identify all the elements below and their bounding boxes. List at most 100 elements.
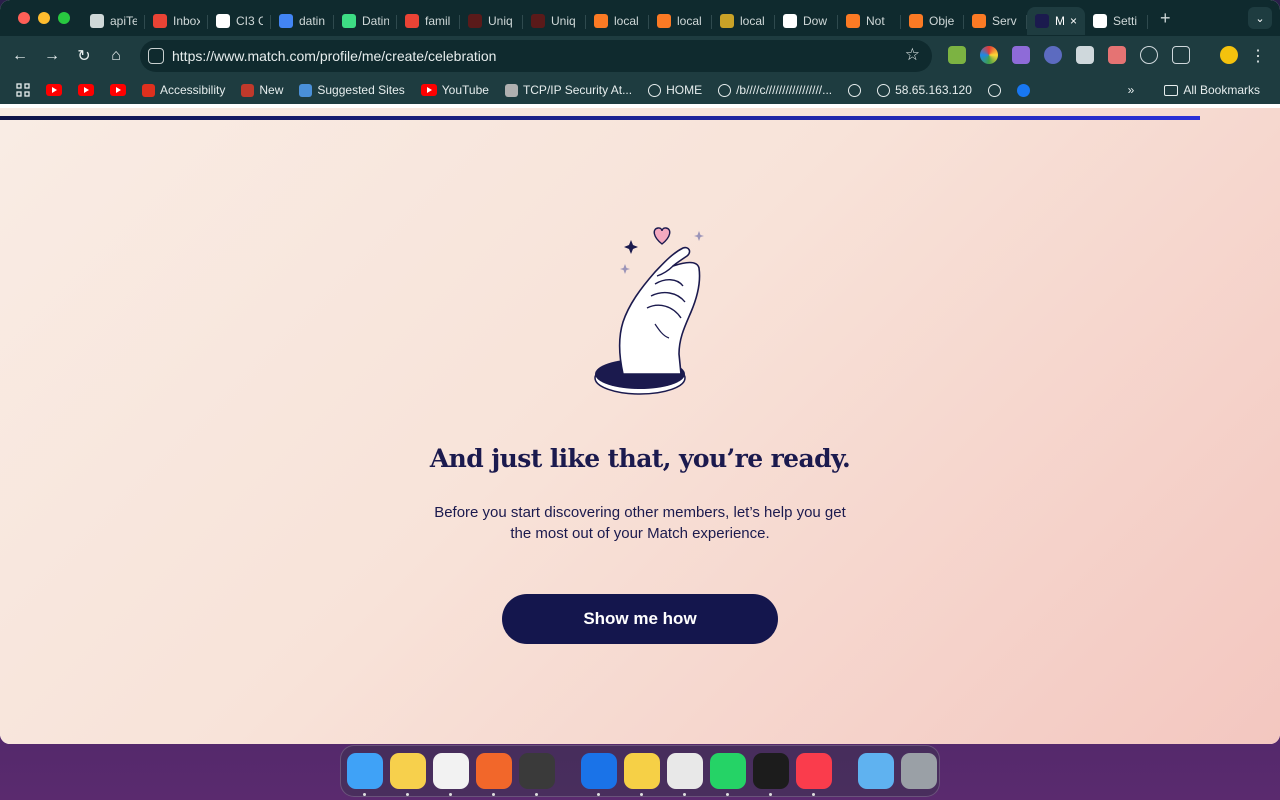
extension-icon-5[interactable] bbox=[1076, 46, 1094, 64]
gmail-icon bbox=[153, 14, 167, 28]
extension-icon-3[interactable] bbox=[1012, 46, 1030, 64]
bookmark-item[interactable] bbox=[980, 83, 1009, 97]
heart-icon bbox=[653, 227, 671, 245]
bookmark-item[interactable]: YouTube bbox=[413, 83, 497, 97]
reminders-icon[interactable] bbox=[433, 753, 469, 796]
tab-title: Obje bbox=[929, 14, 955, 28]
finder-icon[interactable] bbox=[347, 753, 383, 796]
close-window-button[interactable] bbox=[18, 12, 30, 24]
tab-title: M bbox=[1055, 14, 1064, 28]
bookmark-item[interactable]: Accessibility bbox=[134, 83, 233, 97]
tab-title: Setti bbox=[1113, 14, 1138, 28]
browser-tab[interactable]: M × bbox=[1027, 7, 1085, 35]
terminal-icon[interactable] bbox=[753, 753, 789, 796]
globe-icon bbox=[718, 83, 732, 97]
bookmark-item[interactable]: HOME bbox=[640, 83, 710, 97]
home-button[interactable]: ⌂ bbox=[100, 40, 132, 72]
running-indicator bbox=[726, 793, 729, 796]
browser-tab[interactable]: Not bbox=[838, 7, 901, 35]
bookmark-item[interactable] bbox=[1009, 83, 1038, 97]
new-tab-button[interactable]: + bbox=[1160, 8, 1171, 29]
chrome-icon[interactable] bbox=[667, 753, 703, 796]
forward-button[interactable]: → bbox=[36, 40, 68, 72]
gmail-icon bbox=[405, 14, 419, 28]
browser-tab[interactable]: CI3 C bbox=[208, 7, 271, 35]
xampp-icon bbox=[972, 14, 986, 28]
running-indicator bbox=[406, 793, 409, 796]
close-tab-icon[interactable]: × bbox=[1070, 14, 1077, 28]
extension-icon-2[interactable] bbox=[980, 46, 998, 64]
zoom-window-button[interactable] bbox=[58, 12, 70, 24]
tab-title: Dow bbox=[803, 14, 828, 28]
sparkle-icon bbox=[624, 240, 638, 254]
tab-strip: apiTe Inbox CI3 C datin Datin famil Uniq Uniq lo… bbox=[0, 0, 1280, 36]
compass-extension-icon[interactable] bbox=[1140, 46, 1158, 64]
browser-window: apiTe Inbox CI3 C datin Datin famil Uniq Uniq lo… bbox=[0, 0, 1280, 744]
browser-tab[interactable]: Uniq bbox=[460, 7, 523, 35]
show-me-how-button[interactable]: Show me how bbox=[502, 594, 778, 644]
pencil-app-icon[interactable] bbox=[476, 753, 512, 796]
bookmark-item[interactable]: Suggested Sites bbox=[291, 83, 412, 97]
profile-avatar[interactable] bbox=[1220, 46, 1238, 64]
site-settings-icon[interactable] bbox=[148, 48, 164, 64]
extensions-puzzle-icon[interactable] bbox=[1172, 46, 1190, 64]
folder-icon[interactable] bbox=[858, 753, 894, 789]
browser-tab[interactable]: Serv bbox=[964, 7, 1027, 35]
running-indicator bbox=[640, 793, 643, 796]
bookmark-item[interactable]: TCP/IP Security At... bbox=[497, 83, 640, 97]
bookmarks-bar: Accessibility New Suggested Sites YouTube TC… bbox=[0, 76, 1280, 104]
browser-tab[interactable]: apiTe bbox=[82, 7, 145, 35]
tabs: apiTe Inbox CI3 C datin Datin famil Uniq Uniq lo… bbox=[82, 0, 1148, 36]
all-bookmarks-button[interactable]: All Bookmarks bbox=[1156, 83, 1268, 97]
tab-title: Uniq bbox=[488, 14, 513, 28]
bookmark-label: Accessibility bbox=[160, 83, 226, 97]
browser-tab[interactable]: Obje bbox=[901, 7, 964, 35]
back-button[interactable]: ← bbox=[4, 40, 36, 72]
address-bar[interactable]: https://www.match.com/profile/me/create/… bbox=[140, 40, 932, 72]
browser-tab[interactable]: Datin bbox=[334, 7, 397, 35]
extension-icon-4[interactable] bbox=[1044, 46, 1062, 64]
extension-icon-6[interactable] bbox=[1108, 46, 1126, 64]
sublime-text-icon[interactable] bbox=[519, 753, 555, 796]
apps-grid-icon[interactable] bbox=[0, 83, 38, 97]
openai-icon bbox=[216, 14, 230, 28]
tab-search-button[interactable]: ⌄ bbox=[1248, 7, 1272, 29]
whatsapp-icon[interactable] bbox=[710, 753, 746, 796]
minimize-window-button[interactable] bbox=[38, 12, 50, 24]
bookmark-item[interactable]: New bbox=[233, 83, 291, 97]
extension-icon-1[interactable] bbox=[948, 46, 966, 64]
trash-icon[interactable] bbox=[901, 753, 937, 789]
browser-tab[interactable]: local bbox=[712, 7, 775, 35]
window-controls bbox=[0, 12, 82, 24]
bookmark-item[interactable]: /b////c/////////////////... bbox=[710, 83, 840, 97]
macos-dock bbox=[340, 745, 940, 797]
tab-title: Serv bbox=[992, 14, 1017, 28]
browser-tab[interactable]: famil bbox=[397, 7, 460, 35]
browser-tab[interactable]: Dow bbox=[775, 7, 838, 35]
browser-tab[interactable]: local bbox=[649, 7, 712, 35]
music-icon[interactable] bbox=[796, 753, 832, 796]
bookmark-item[interactable]: 58.65.163.120 bbox=[869, 83, 980, 97]
browser-menu-icon[interactable]: ⋮ bbox=[1250, 46, 1266, 66]
bookmark-item[interactable] bbox=[102, 84, 134, 96]
running-indicator bbox=[769, 793, 772, 796]
more-bookmarks-button[interactable]: » bbox=[1128, 83, 1135, 97]
reload-button[interactable]: ↻ bbox=[68, 40, 100, 72]
browser-tab[interactable]: Setti bbox=[1085, 7, 1148, 35]
bookmark-list: Accessibility New Suggested Sites YouTube TC… bbox=[38, 83, 1038, 97]
folder-icon bbox=[1164, 84, 1179, 96]
browser-tab[interactable]: local bbox=[586, 7, 649, 35]
cyberduck-icon[interactable] bbox=[624, 753, 660, 796]
bookmark-item[interactable] bbox=[70, 84, 102, 96]
bookmark-item[interactable] bbox=[38, 84, 70, 96]
browser-tab[interactable]: datin bbox=[271, 7, 334, 35]
bookmark-label: YouTube bbox=[441, 83, 489, 97]
notes-icon[interactable] bbox=[390, 753, 426, 796]
browser-tab[interactable]: Inbox bbox=[145, 7, 208, 35]
browser-tab[interactable]: Uniq bbox=[523, 7, 586, 35]
bookmark-star-icon[interactable]: ☆ bbox=[905, 45, 920, 65]
sparkle-icon bbox=[694, 231, 704, 241]
bookmark-label: TCP/IP Security At... bbox=[522, 83, 633, 97]
bookmark-item[interactable] bbox=[840, 83, 869, 97]
sourcetree-icon[interactable] bbox=[581, 753, 617, 796]
